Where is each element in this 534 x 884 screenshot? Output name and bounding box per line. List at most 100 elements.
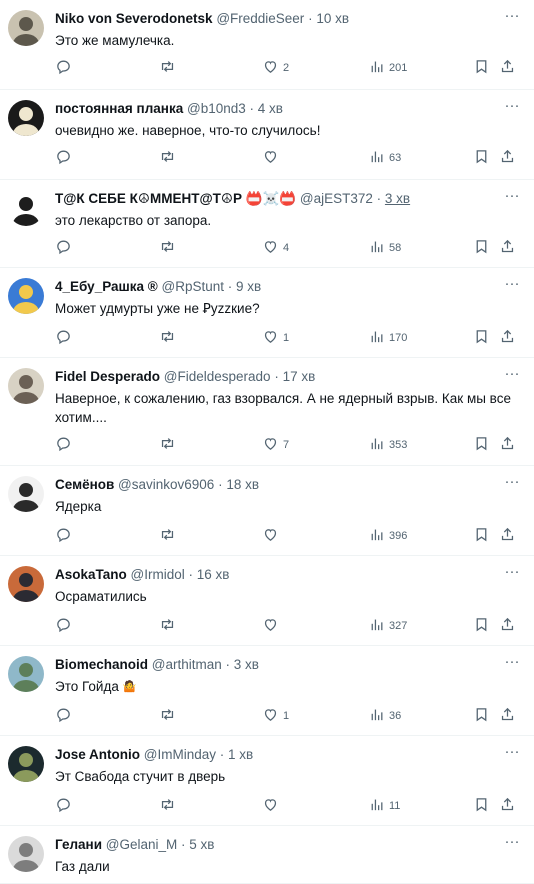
reply-button[interactable] bbox=[55, 58, 72, 78]
retweet-button[interactable] bbox=[159, 706, 176, 726]
author-name[interactable]: AsokaTano bbox=[55, 567, 127, 582]
author-handle[interactable]: @FreddieSeer bbox=[216, 11, 304, 26]
reply-button[interactable] bbox=[55, 526, 72, 546]
views-button[interactable]: 353 bbox=[368, 435, 407, 455]
views-button[interactable]: 396 bbox=[368, 526, 407, 546]
bookmark-button[interactable] bbox=[473, 526, 490, 546]
author-name[interactable]: Т@К СЕБЕ К☮ММЕНТ@Т☮Р 📛☠️📛 bbox=[55, 191, 296, 206]
reply-tweet[interactable]: Jose Antonio @ImMinday · 1 хв Эт Свабода … bbox=[0, 736, 534, 826]
bookmark-button[interactable] bbox=[473, 616, 490, 636]
author-handle[interactable]: @b10nd3 bbox=[187, 101, 246, 116]
share-button[interactable] bbox=[499, 148, 516, 168]
avatar[interactable] bbox=[8, 566, 44, 602]
like-button[interactable]: 7 bbox=[262, 435, 289, 455]
more-icon[interactable]: ··· bbox=[502, 834, 522, 854]
avatar[interactable] bbox=[8, 368, 44, 404]
bookmark-button[interactable] bbox=[473, 148, 490, 168]
author-handle[interactable]: @Gelani_M bbox=[106, 837, 177, 852]
reply-button[interactable] bbox=[55, 238, 72, 258]
views-button[interactable]: 327 bbox=[368, 616, 407, 636]
like-button[interactable]: 1 bbox=[262, 706, 289, 726]
author-name[interactable]: постоянная планка bbox=[55, 101, 183, 116]
avatar[interactable] bbox=[8, 10, 44, 46]
more-icon[interactable]: ··· bbox=[502, 564, 522, 584]
reply-tweet[interactable]: Biomechanoid @arthitman · 3 хв Это Гойда … bbox=[0, 646, 534, 736]
tweet-time[interactable]: 10 хв bbox=[316, 11, 349, 26]
like-button[interactable]: 1 bbox=[262, 328, 289, 348]
views-button[interactable]: 36 bbox=[368, 706, 401, 726]
reply-tweet[interactable]: 4_Ебу_Рашка ® @RpStunt · 9 хв Может удмур… bbox=[0, 268, 534, 358]
reply-tweet[interactable]: Niko von Severodonetsk @FreddieSeer · 10… bbox=[0, 0, 534, 90]
share-button[interactable] bbox=[499, 706, 516, 726]
avatar[interactable] bbox=[8, 278, 44, 314]
like-button[interactable]: 4 bbox=[262, 238, 289, 258]
views-button[interactable]: 170 bbox=[368, 328, 407, 348]
retweet-button[interactable] bbox=[159, 58, 176, 78]
share-button[interactable] bbox=[499, 526, 516, 546]
tweet-time[interactable]: 3 хв bbox=[234, 657, 259, 672]
views-button[interactable]: 63 bbox=[368, 148, 401, 168]
reply-tweet[interactable]: Семёнов @savinkov6906 · 18 хв Ядерка ··· 39… bbox=[0, 466, 534, 556]
retweet-button[interactable] bbox=[159, 328, 176, 348]
reply-tweet[interactable]: постоянная планка @b10nd3 · 4 хв очевидно… bbox=[0, 90, 534, 180]
reply-tweet[interactable]: AsokaTano @Irmidol · 16 хв Осраматились ··… bbox=[0, 556, 534, 646]
reply-button[interactable] bbox=[55, 796, 72, 816]
reply-button[interactable] bbox=[55, 435, 72, 455]
author-handle[interactable]: @savinkov6906 bbox=[118, 477, 214, 492]
avatar[interactable] bbox=[8, 476, 44, 512]
tweet-time[interactable]: 5 хв bbox=[189, 837, 214, 852]
views-button[interactable]: 58 bbox=[368, 238, 401, 258]
retweet-button[interactable] bbox=[159, 238, 176, 258]
reply-button[interactable] bbox=[55, 148, 72, 168]
bookmark-button[interactable] bbox=[473, 58, 490, 78]
views-button[interactable]: 11 bbox=[368, 796, 400, 816]
reply-tweet[interactable]: Т@К СЕБЕ К☮ММЕНТ@Т☮Р 📛☠️📛 @ajEST372 · 3 … bbox=[0, 180, 534, 268]
avatar[interactable] bbox=[8, 190, 44, 226]
bookmark-button[interactable] bbox=[473, 706, 490, 726]
author-handle[interactable]: @ajEST372 bbox=[300, 191, 373, 206]
like-button[interactable] bbox=[262, 526, 283, 546]
views-button[interactable]: 201 bbox=[368, 58, 407, 78]
tweet-time[interactable]: 3 хв bbox=[385, 191, 410, 206]
share-button[interactable] bbox=[499, 58, 516, 78]
like-button[interactable]: 2 bbox=[262, 58, 289, 78]
author-name[interactable]: Гелани bbox=[55, 837, 102, 852]
tweet-time[interactable]: 4 хв bbox=[258, 101, 283, 116]
avatar[interactable] bbox=[8, 100, 44, 136]
retweet-button[interactable] bbox=[159, 796, 176, 816]
more-icon[interactable]: ··· bbox=[502, 276, 522, 296]
more-icon[interactable]: ··· bbox=[502, 654, 522, 674]
like-button[interactable] bbox=[262, 616, 283, 636]
like-button[interactable] bbox=[262, 796, 283, 816]
tweet-time[interactable]: 18 хв bbox=[226, 477, 259, 492]
author-name[interactable]: Biomechanoid bbox=[55, 657, 148, 672]
share-button[interactable] bbox=[499, 616, 516, 636]
author-handle[interactable]: @arthitman bbox=[152, 657, 222, 672]
more-icon[interactable]: ··· bbox=[502, 474, 522, 494]
author-name[interactable]: Fidel Desperado bbox=[55, 369, 160, 384]
bookmark-button[interactable] bbox=[473, 238, 490, 258]
author-handle[interactable]: @ImMinday bbox=[144, 747, 216, 762]
tweet-time[interactable]: 1 хв bbox=[228, 747, 253, 762]
reply-button[interactable] bbox=[55, 616, 72, 636]
author-handle[interactable]: @Fideldesperado bbox=[164, 369, 271, 384]
retweet-button[interactable] bbox=[159, 526, 176, 546]
more-icon[interactable]: ··· bbox=[502, 188, 522, 208]
bookmark-button[interactable] bbox=[473, 328, 490, 348]
author-name[interactable]: 4_Ебу_Рашка ® bbox=[55, 279, 158, 294]
author-name[interactable]: Niko von Severodonetsk bbox=[55, 11, 213, 26]
more-icon[interactable]: ··· bbox=[502, 8, 522, 28]
author-name[interactable]: Семёнов bbox=[55, 477, 114, 492]
more-icon[interactable]: ··· bbox=[502, 98, 522, 118]
author-handle[interactable]: @Irmidol bbox=[131, 567, 185, 582]
tweet-time[interactable]: 9 хв bbox=[236, 279, 261, 294]
author-name[interactable]: Jose Antonio bbox=[55, 747, 140, 762]
like-button[interactable] bbox=[262, 148, 283, 168]
retweet-button[interactable] bbox=[159, 616, 176, 636]
tweet-time[interactable]: 16 хв bbox=[197, 567, 230, 582]
reply-tweet[interactable]: Гелани @Gelani_M · 5 хв Газ дали ··· bbox=[0, 826, 534, 884]
more-icon[interactable]: ··· bbox=[502, 366, 522, 386]
share-button[interactable] bbox=[499, 328, 516, 348]
reply-tweet[interactable]: Fidel Desperado @Fideldesperado · 17 хв Н… bbox=[0, 358, 534, 466]
avatar[interactable] bbox=[8, 656, 44, 692]
